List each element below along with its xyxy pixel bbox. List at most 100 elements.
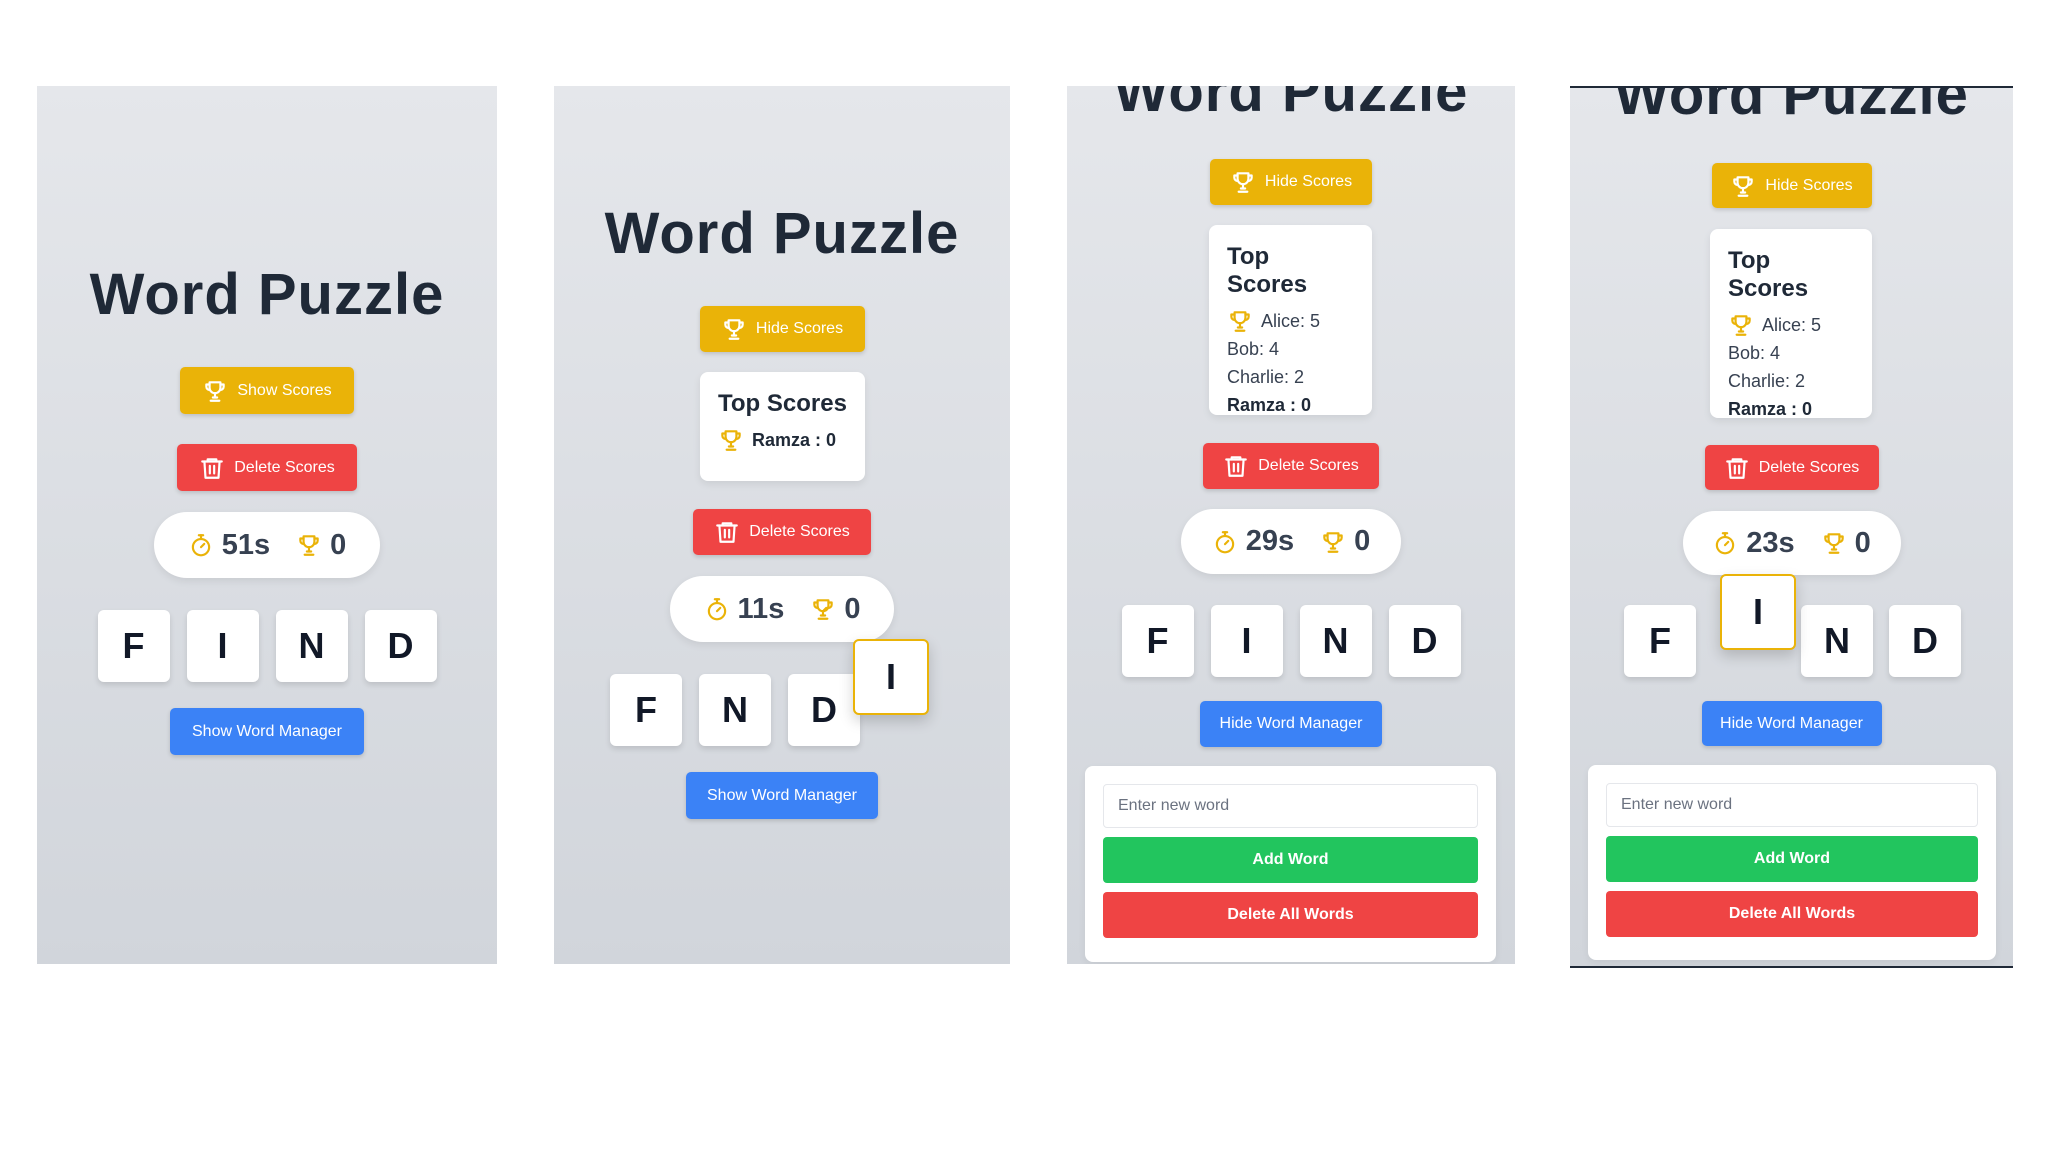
stats-pill: 11s 0: [670, 576, 894, 642]
score-value: 0: [1354, 525, 1371, 557]
delete-scores-label: Delete Scores: [1258, 457, 1359, 474]
letter-tile[interactable]: N: [699, 674, 771, 746]
page-title: Word Puzzle: [89, 262, 445, 327]
show-word-manager-button[interactable]: Show Word Manager: [686, 772, 878, 819]
screen-2: Word Puzzle Hide Scores Top Scores Ramza…: [554, 86, 1010, 964]
hide-scores-button[interactable]: Hide Scores: [699, 306, 865, 352]
hide-scores-label: Hide Scores: [1765, 176, 1853, 194]
letter-tile[interactable]: F: [97, 610, 170, 682]
letter-tile[interactable]: I: [186, 610, 259, 682]
score-entry: Bob: 4: [1227, 335, 1354, 363]
delete-all-words-button[interactable]: Delete All Words: [1606, 891, 1978, 937]
delete-scores-button[interactable]: Delete Scores: [177, 444, 357, 491]
delete-scores-label: Delete Scores: [749, 523, 850, 540]
trophy-icon: [1731, 315, 1751, 336]
letter-tile[interactable]: N: [1299, 605, 1372, 677]
hide-word-manager-button[interactable]: Hide Word Manager: [1701, 701, 1882, 746]
letter-tile[interactable]: N: [1801, 605, 1873, 677]
trophy-icon: [1323, 531, 1343, 553]
new-word-input[interactable]: Enter new word: [1606, 783, 1978, 827]
score-entry: Alice: 5: [1728, 311, 1854, 339]
dragged-letter-tile[interactable]: I: [853, 639, 929, 715]
hide-scores-button[interactable]: Hide Scores: [1210, 159, 1372, 205]
hide-scores-label: Hide Scores: [755, 320, 844, 337]
screen-4: Word Puzzle Hide Scores Top Scores Alice…: [1570, 86, 2013, 968]
trophy-icon: [1823, 533, 1844, 554]
page-title: Word Puzzle: [604, 201, 960, 266]
stats-pill: 23s 0: [1682, 511, 1901, 575]
timer-value: 11s: [737, 592, 785, 625]
letter-tiles: F N D: [610, 674, 860, 746]
letter-tile[interactable]: F: [1624, 605, 1696, 677]
letter-tiles: F I N D: [1121, 605, 1461, 677]
score-entry-text: Alice: 5: [1762, 315, 1822, 335]
hide-scores-label: Hide Scores: [1264, 173, 1353, 190]
score-entry-text: Ramza : 0: [1227, 395, 1312, 415]
delete-scores-button[interactable]: Delete Scores: [693, 509, 871, 555]
timer-value: 29s: [1245, 525, 1295, 557]
delete-scores-button[interactable]: Delete Scores: [1203, 443, 1379, 489]
score-entry: Ramza : 0: [1227, 391, 1354, 419]
score-value: 0: [330, 528, 347, 561]
letter-tile[interactable]: D: [1388, 605, 1461, 677]
add-word-button[interactable]: Add Word: [1606, 836, 1978, 882]
delete-scores-label: Delete Scores: [234, 458, 335, 476]
score-display: 0: [296, 529, 346, 562]
screen-3: Word Puzzle Hide Scores Top Scores Alice…: [1067, 86, 1515, 964]
new-word-input[interactable]: Enter new word: [1103, 784, 1478, 828]
trophy-icon: [299, 535, 319, 556]
score-entry-text: Bob: 4: [1728, 343, 1781, 363]
letter-tiles: F I N D: [97, 610, 437, 682]
letter-tile[interactable]: D: [364, 610, 437, 682]
score-display: 0: [1821, 527, 1871, 560]
screen-1: Word Puzzle Show Scores Delete Scores 51…: [37, 86, 497, 964]
letter-tile[interactable]: F: [1121, 605, 1194, 677]
trash-icon: [201, 457, 224, 479]
hide-scores-button[interactable]: Hide Scores: [1711, 163, 1872, 208]
score-entry: Bob: 4: [1728, 339, 1854, 367]
stopwatch-icon: [1716, 532, 1735, 555]
page-title: Word Puzzle: [1113, 86, 1469, 124]
score-entry: Charlie: 2: [1728, 367, 1854, 395]
stats-pill: 29s 0: [1181, 509, 1401, 574]
timer-display: 23s: [1712, 527, 1795, 560]
hide-word-manager-button[interactable]: Hide Word Manager: [1200, 701, 1382, 747]
trophy-icon: [1233, 172, 1253, 193]
trophy-icon: [205, 380, 226, 402]
show-scores-label: Show Scores: [237, 381, 332, 399]
letter-tile[interactable]: D: [1889, 605, 1961, 677]
letter-tile[interactable]: F: [610, 674, 682, 746]
letter-tile[interactable]: N: [275, 610, 348, 682]
show-scores-button[interactable]: Show Scores: [180, 367, 354, 414]
timer-value: 51s: [221, 528, 271, 561]
score-entry-text: Alice: 5: [1261, 311, 1321, 331]
trash-icon: [1725, 457, 1748, 479]
letter-tile[interactable]: I: [1210, 605, 1283, 677]
dragged-letter-tile[interactable]: I: [1720, 574, 1796, 650]
score-entry-text: Charlie: 2: [1227, 367, 1305, 387]
trophy-icon: [724, 319, 744, 340]
trophy-icon: [721, 430, 741, 451]
trophy-icon: [813, 599, 834, 620]
show-word-manager-button[interactable]: Show Word Manager: [170, 708, 364, 755]
delete-scores-button[interactable]: Delete Scores: [1704, 445, 1879, 490]
letter-tile[interactable]: D: [788, 674, 860, 746]
score-entry: Charlie: 2: [1227, 363, 1354, 391]
score-display: 0: [810, 593, 860, 626]
top-scores-card: Top Scores Alice: 5 Bob: 4 Charlie: 2 Ra…: [1710, 229, 1872, 419]
timer-display: 51s: [188, 529, 270, 562]
word-manager-panel: Enter new word Add Word Delete All Words: [1085, 766, 1496, 962]
timer-display: 29s: [1212, 525, 1294, 558]
stopwatch-icon: [1215, 530, 1234, 553]
score-value: 0: [844, 592, 861, 625]
score-value: 0: [1854, 526, 1871, 559]
trash-icon: [716, 522, 739, 543]
stopwatch-icon: [707, 598, 726, 621]
top-scores-card: Top Scores Ramza : 0: [700, 372, 865, 481]
add-word-button[interactable]: Add Word: [1103, 837, 1478, 883]
trophy-icon: [1733, 175, 1754, 197]
top-scores-title: Top Scores: [1728, 247, 1809, 302]
top-scores-title: Top Scores: [718, 390, 847, 417]
score-entry-text: Ramza : 0: [1728, 399, 1813, 419]
delete-all-words-button[interactable]: Delete All Words: [1103, 892, 1478, 938]
